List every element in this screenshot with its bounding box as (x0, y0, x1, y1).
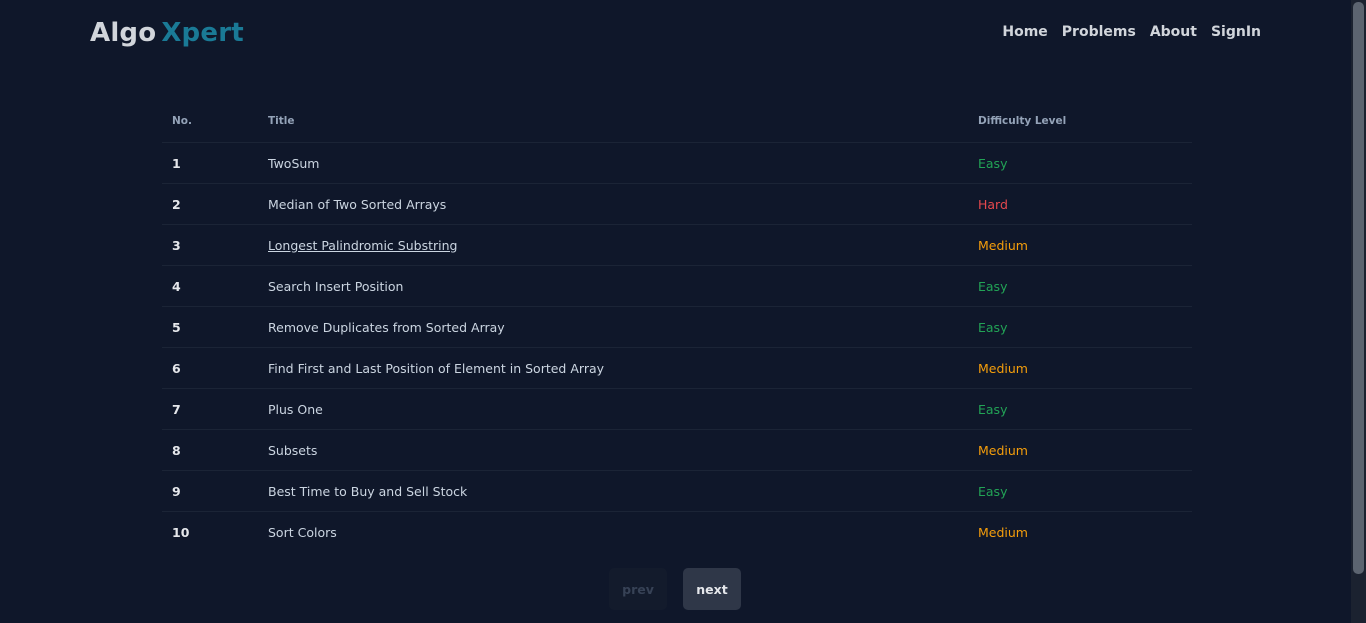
problem-title-cell: TwoSum (258, 142, 968, 184)
problem-title-cell: Plus One (258, 388, 968, 430)
problem-title-link[interactable]: Subsets (268, 443, 317, 458)
difficulty-level: Medium (968, 224, 1192, 266)
table-row: 6 Find First and Last Position of Element… (162, 347, 1192, 389)
difficulty-level: Medium (978, 524, 1028, 540)
table-row: 4 Search Insert Position Easy (162, 265, 1192, 307)
problem-title-link[interactable]: Median of Two Sorted Arrays (268, 197, 446, 212)
problem-title-link[interactable]: Plus One (268, 402, 323, 417)
problems-table: No. Title Difficulty Level 1 TwoSum Easy 2 M… (162, 100, 1192, 552)
table-row: 3 Longest Palindromic Substring Medium (162, 224, 1192, 266)
table-row: 2 Median of Two Sorted Arrays Hard (162, 183, 1192, 225)
problem-title-cell: Sort Colors (258, 512, 968, 553)
table-row: 10 Sort Colors Medium (162, 512, 1192, 553)
difficulty-level: Easy (968, 306, 1192, 348)
prev-button[interactable]: prev (609, 568, 667, 610)
problem-number: 2 (162, 183, 258, 225)
problem-title-cell: Median of Two Sorted Arrays (258, 183, 968, 225)
vertical-scrollbar[interactable] (1351, 0, 1366, 623)
problem-number: 6 (162, 347, 258, 389)
header-no: No. (162, 100, 258, 143)
pagination: prev next (609, 568, 741, 610)
problem-number: 7 (162, 388, 258, 430)
scrollbar-thumb[interactable] (1353, 2, 1364, 574)
problem-title-link[interactable]: Longest Palindromic Substring (268, 238, 457, 253)
logo-part-algo: Algo (90, 18, 157, 48)
table-header-row: No. Title Difficulty Level (162, 100, 1192, 143)
problem-title-link[interactable]: Sort Colors (268, 525, 337, 540)
problem-number: 10 (172, 524, 190, 540)
difficulty-level: Medium (968, 429, 1192, 471)
problem-title-cell: Find First and Last Position of Element … (258, 347, 968, 389)
table-row: 5 Remove Duplicates from Sorted Array Easy (162, 306, 1192, 348)
nav-about-link[interactable]: About (1150, 24, 1197, 40)
header-difficulty: Difficulty Level (968, 100, 1192, 143)
problem-number: 9 (162, 470, 258, 512)
problem-title-cell: Search Insert Position (258, 265, 968, 307)
table-row: 7 Plus One Easy (162, 388, 1192, 430)
nav-links: Home Problems About SignIn (1002, 24, 1261, 40)
problem-number: 8 (162, 429, 258, 471)
problem-title-link[interactable]: Search Insert Position (268, 279, 403, 294)
difficulty-level: Easy (968, 142, 1192, 184)
problems-table-container: No. Title Difficulty Level 1 TwoSum Easy 2 M… (162, 100, 1192, 552)
problem-title-link[interactable]: TwoSum (268, 156, 319, 171)
table-body: 1 TwoSum Easy 2 Median of Two Sorted Arrays H… (162, 142, 1192, 553)
problem-number: 4 (162, 265, 258, 307)
difficulty-level: Easy (968, 388, 1192, 430)
table-row: 9 Best Time to Buy and Sell Stock Easy (162, 470, 1192, 512)
problem-title-link[interactable]: Best Time to Buy and Sell Stock (268, 484, 467, 499)
problem-title-link[interactable]: Find First and Last Position of Element … (268, 361, 604, 376)
logo[interactable]: Algo Xpert (90, 18, 244, 48)
difficulty-level: Hard (968, 183, 1192, 225)
problem-number: 1 (162, 142, 258, 184)
problem-number: 5 (162, 306, 258, 348)
problem-title-cell: Longest Palindromic Substring (258, 224, 968, 266)
difficulty-level: Medium (968, 347, 1192, 389)
problem-title-cell: Subsets (258, 429, 968, 471)
table-row: 8 Subsets Medium (162, 429, 1192, 471)
problem-title-cell: Remove Duplicates from Sorted Array (258, 306, 968, 348)
difficulty-level: Easy (968, 265, 1192, 307)
next-button[interactable]: next (683, 568, 741, 610)
table-row: 1 TwoSum Easy (162, 142, 1192, 184)
problem-title-cell: Best Time to Buy and Sell Stock (258, 470, 968, 512)
nav-problems-link[interactable]: Problems (1062, 24, 1136, 40)
problem-number: 3 (162, 224, 258, 266)
header-title: Title (258, 100, 968, 143)
navbar: Algo Xpert Home Problems About SignIn (0, 0, 1351, 70)
nav-home-link[interactable]: Home (1002, 24, 1047, 40)
difficulty-level: Easy (968, 470, 1192, 512)
problem-title-link[interactable]: Remove Duplicates from Sorted Array (268, 320, 505, 335)
logo-part-xpert: Xpert (161, 18, 244, 48)
nav-signin-link[interactable]: SignIn (1211, 24, 1261, 40)
